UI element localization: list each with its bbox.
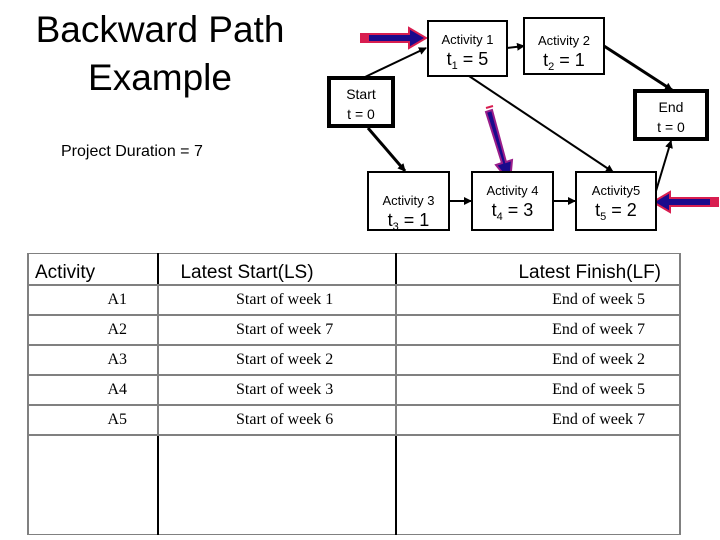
node-start: Start t = 0 xyxy=(327,76,395,128)
cell-activity: A5 xyxy=(27,404,159,436)
table-header-row: Activity Latest Start(LS) Latest Finish(… xyxy=(27,253,681,286)
node-activity-2-label: Activity 2 xyxy=(537,33,590,48)
table-row: A1 Start of week 1 End of week 5 xyxy=(27,284,681,316)
node-activity-3-label: Activity 3 xyxy=(382,193,435,208)
highlight-arrow-a5 xyxy=(651,190,719,214)
empty-cell xyxy=(157,434,397,535)
node-activity-4-label: Activity 4 xyxy=(486,183,539,198)
table-row: A4 Start of week 3 End of week 5 xyxy=(27,374,681,406)
highlight-arrow-a1 xyxy=(360,26,428,50)
edge-a5-end xyxy=(655,140,673,192)
table-row: A3 Start of week 2 End of week 2 xyxy=(27,344,681,376)
cell-latest-start: Start of week 7 xyxy=(157,314,397,346)
cell-latest-finish: End of week 7 xyxy=(395,314,681,346)
cell-activity: A2 xyxy=(27,314,159,346)
cell-latest-start: Start of week 3 xyxy=(157,374,397,406)
node-activity-1: Activity 1 t1 = 5 xyxy=(427,20,508,77)
cell-latest-start: Start of week 2 xyxy=(157,344,397,376)
node-activity-1-label: Activity 1 xyxy=(441,32,494,47)
latest-times-table: Activity Latest Start(LS) Latest Finish(… xyxy=(27,253,681,535)
cell-latest-finish: End of week 2 xyxy=(395,344,681,376)
node-start-value: t = 0 xyxy=(347,106,375,122)
node-end-label: End xyxy=(658,99,684,115)
empty-cell xyxy=(395,434,681,535)
cell-activity: A1 xyxy=(27,284,159,316)
node-activity-3: Activity 3 t3 = 1 xyxy=(367,171,450,233)
node-activity-5-label: Activity5 xyxy=(591,183,641,198)
empty-cell xyxy=(27,434,159,535)
table-empty-row xyxy=(27,434,681,535)
node-activity-4-duration: t4 = 3 xyxy=(491,200,534,223)
edge-a1-a2 xyxy=(506,42,525,51)
edge-a2-end xyxy=(603,44,673,92)
cell-activity: A3 xyxy=(27,344,159,376)
cell-latest-finish: End of week 7 xyxy=(395,404,681,436)
header-latest-finish: Latest Finish(LF) xyxy=(395,253,681,286)
node-activity-2-duration: t2 = 1 xyxy=(543,50,585,73)
node-start-label: Start xyxy=(346,86,376,102)
node-activity-1-duration: t1 = 5 xyxy=(446,49,489,72)
node-activity-5: Activity5 t5 = 2 xyxy=(575,171,657,231)
cell-activity: A4 xyxy=(27,374,159,406)
table-row: A5 Start of week 6 End of week 7 xyxy=(27,404,681,436)
edge-start-a1 xyxy=(364,47,427,78)
cell-latest-start: Start of week 6 xyxy=(157,404,397,436)
header-latest-start: Latest Start(LS) xyxy=(157,253,397,286)
cell-latest-start: Start of week 1 xyxy=(157,284,397,316)
table-row: A2 Start of week 7 End of week 7 xyxy=(27,314,681,346)
node-activity-4: Activity 4 t4 = 3 xyxy=(471,171,554,231)
header-activity: Activity xyxy=(27,253,159,286)
node-end-value: t = 0 xyxy=(657,119,685,135)
node-activity-2: Activity 2 t2 = 1 xyxy=(523,17,605,75)
node-end: End t = 0 xyxy=(633,89,709,141)
edge-start-a3 xyxy=(366,127,407,172)
cell-latest-finish: End of week 5 xyxy=(395,284,681,316)
node-activity-3-duration: t3 = 1 xyxy=(387,210,430,233)
cell-latest-finish: End of week 5 xyxy=(395,374,681,406)
node-activity-5-duration: t5 = 2 xyxy=(595,200,637,223)
